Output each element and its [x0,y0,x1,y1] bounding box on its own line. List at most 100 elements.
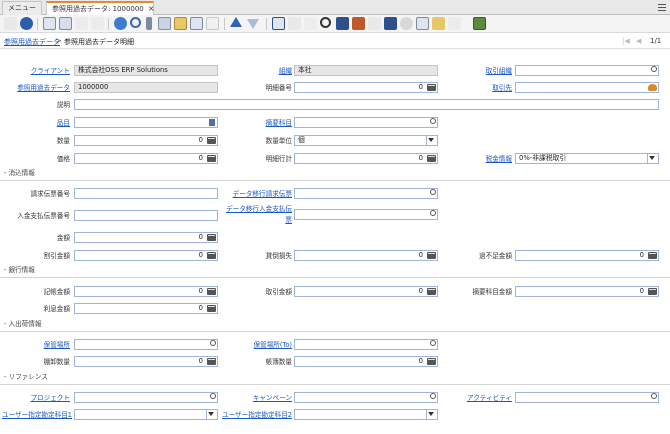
calculator-icon[interactable] [648,288,657,295]
search-icon[interactable] [210,393,216,399]
request-icon[interactable] [320,17,331,28]
trx-org-label[interactable]: 取引組織 [460,66,512,76]
delete-icon[interactable] [75,17,88,30]
user2-select[interactable] [294,409,438,420]
close-icon[interactable]: × [148,4,155,13]
ref-data-label[interactable]: 参照用過去データ [4,83,70,93]
tab-menu[interactable]: メニュー [2,1,42,15]
person-icon[interactable] [648,84,657,91]
campaign-field[interactable] [294,392,438,403]
first-record-icon[interactable]: |◀ [622,37,630,45]
search-icon[interactable] [210,340,216,346]
dropdown-button[interactable] [647,154,658,163]
product-icon[interactable] [209,119,215,126]
down-icon[interactable] [247,19,259,29]
dropdown-button[interactable] [206,410,217,419]
locator-label[interactable]: 保管場所 [10,340,70,350]
report-icon[interactable] [272,17,285,30]
price-field[interactable]: 0 [74,153,218,164]
data-inv-label[interactable]: データ移行請求伝票 [222,189,292,199]
customize-icon[interactable] [400,17,413,30]
charge-label[interactable]: 摘要科目 [250,118,292,128]
locator-field[interactable] [74,339,218,350]
uom-select[interactable]: 個 [294,135,438,146]
line-total-field[interactable]: 0 [294,153,438,164]
hamburger-menu-icon[interactable] [658,2,666,12]
close-window-icon[interactable] [473,17,486,30]
previous-record-icon[interactable]: ◀ [636,37,641,45]
product-label[interactable]: 品目 [10,118,70,128]
dropdown-button[interactable] [426,410,437,419]
desc-field[interactable] [74,99,659,110]
grid-toggle-icon[interactable] [190,17,203,30]
search-icon[interactable] [651,393,657,399]
calculator-icon[interactable] [207,252,216,259]
product-field[interactable] [74,117,218,128]
book-amt-field[interactable]: 0 [74,286,218,297]
print-preview-icon[interactable] [288,17,301,30]
print-icon[interactable] [384,17,397,30]
book-qty-field[interactable]: 0 [294,356,438,367]
calculator-icon[interactable] [427,288,436,295]
calculator-icon[interactable] [427,84,436,91]
activity-label[interactable]: アクティビティ [450,393,512,403]
copy-icon[interactable] [59,17,72,30]
search-icon[interactable] [430,340,436,346]
line-no-field[interactable]: 0 [294,82,438,93]
qty-field[interactable]: 0 [74,135,218,146]
locator-to-label[interactable]: 保管場所(To) [234,340,292,350]
discount-field[interactable]: 0 [74,250,218,261]
ref-data-field[interactable]: 1000000 [74,82,218,93]
search-icon[interactable] [430,189,436,195]
new-icon[interactable] [43,17,56,30]
data-inv-field[interactable] [294,188,438,199]
product-info-icon[interactable] [336,17,349,30]
section-settle-header[interactable]: - 消込情報 [0,168,670,178]
user1-select[interactable] [74,409,218,420]
org-field[interactable]: 本社 [294,65,438,76]
charge-field[interactable] [294,117,438,128]
mail-icon[interactable] [206,17,219,30]
import-icon[interactable] [432,17,445,30]
bpartner-field[interactable] [515,82,659,93]
calculator-icon[interactable] [648,252,657,259]
trx-org-field[interactable] [515,65,659,76]
breadcrumb-parent-link[interactable]: 参照用過去データ [4,37,60,47]
search-icon[interactable] [430,118,436,124]
project-field[interactable] [74,392,218,403]
calculator-icon[interactable] [207,137,216,144]
project-label[interactable]: プロジェクト [10,393,70,403]
campaign-label[interactable]: キャンペーン [234,393,292,403]
zoom-across-icon[interactable] [304,17,317,30]
writeoff-field[interactable]: 0 [294,250,438,261]
section-reference-header[interactable]: - リファレンス [0,372,670,382]
activity-field[interactable] [515,392,659,403]
calculator-icon[interactable] [207,305,216,312]
user1-label[interactable]: ユーザー指定勘定科目1 [0,410,72,420]
client-label[interactable]: クライアント [10,66,70,76]
amount-field[interactable]: 0 [74,232,218,243]
client-field[interactable]: 株式会社OSS ERP Solutions [74,65,218,76]
locator-to-field[interactable] [294,339,438,350]
refresh-icon[interactable] [114,17,127,30]
data-pay-label[interactable]: データ移行入金支払伝票 [222,204,292,226]
search-icon[interactable] [430,210,436,216]
calculator-icon[interactable] [207,288,216,295]
calculator-icon[interactable] [427,252,436,259]
help-icon[interactable] [20,17,33,30]
archive-icon[interactable] [174,17,187,30]
overunder-field[interactable]: 0 [515,250,659,261]
charge-amt-field[interactable]: 0 [515,286,659,297]
bpartner-label[interactable]: 取引先 [460,83,512,93]
calculator-icon[interactable] [207,155,216,162]
trx-amt-field[interactable]: 0 [294,286,438,297]
post-icon[interactable] [448,17,461,30]
section-bank-header[interactable]: - 銀行情報 [0,265,670,275]
interest-field[interactable]: 0 [74,303,218,314]
pay-no-field[interactable] [74,210,218,221]
attachment-icon[interactable] [146,17,152,30]
calculator-icon[interactable] [207,358,216,365]
data-pay-field[interactable] [294,209,438,220]
history-icon[interactable] [352,17,365,30]
calculator-icon[interactable] [427,358,436,365]
